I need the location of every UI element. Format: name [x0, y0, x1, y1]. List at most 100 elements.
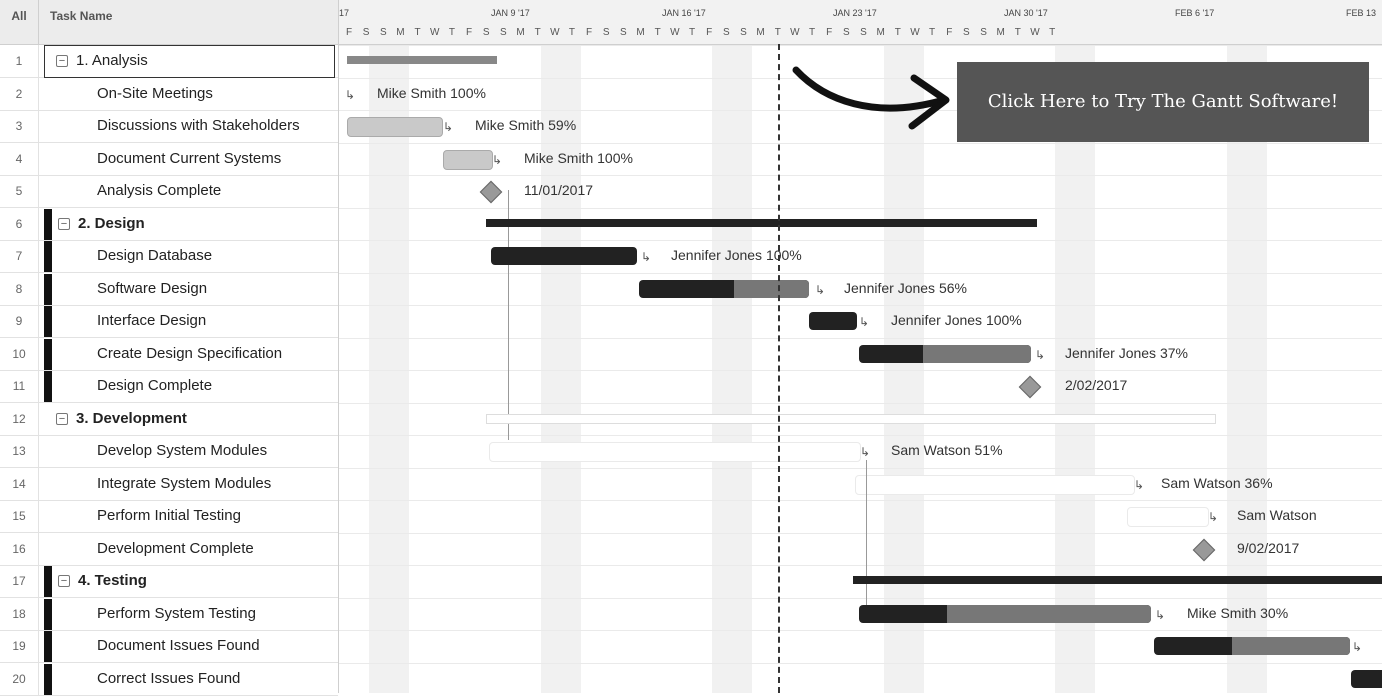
- week-label: 17: [339, 8, 350, 18]
- day-letter: S: [362, 27, 370, 38]
- task-row[interactable]: 11 Design Complete: [0, 370, 338, 403]
- week-label: JAN 23 '17: [833, 8, 877, 18]
- row-number: 7: [0, 240, 39, 272]
- bar-label: 11/01/2017: [524, 182, 594, 198]
- task-name[interactable]: Interface Design: [97, 305, 206, 337]
- day-letter: T: [568, 27, 575, 38]
- row-gridline: [339, 240, 1382, 241]
- bar-label: Sam Watson: [1237, 507, 1317, 523]
- dependency-arrow-icon: ↳: [492, 152, 503, 167]
- day-letter: T: [894, 27, 901, 38]
- task-name[interactable]: Software Design: [97, 273, 207, 305]
- color-marker: [44, 273, 52, 305]
- milestone-diamond[interactable]: [1192, 538, 1216, 561]
- task-bar[interactable]: [1127, 507, 1209, 527]
- milestone-diamond[interactable]: [479, 180, 503, 204]
- task-name[interactable]: 3. Development: [76, 403, 187, 435]
- task-row[interactable]: 2 On-Site Meetings: [0, 77, 338, 111]
- task-name[interactable]: Integrate System Modules: [97, 468, 271, 500]
- row-gridline: [339, 662, 1382, 664]
- task-name[interactable]: On-Site Meetings: [97, 78, 213, 110]
- summary-bar[interactable]: [486, 218, 1037, 227]
- task-row[interactable]: 10 Create Design Specification: [0, 337, 338, 371]
- bar-label: Jennifer Jones 37%: [1065, 344, 1188, 361]
- task-bar[interactable]: [1154, 637, 1350, 655]
- task-row[interactable]: 12 −3. Development: [0, 402, 338, 436]
- dependency-arrow-icon: ↳: [1352, 640, 1363, 654]
- dependency-line: [866, 460, 867, 620]
- summary-bar[interactable]: [853, 576, 1382, 584]
- milestone-diamond[interactable]: [1018, 375, 1042, 399]
- row-gridline: [339, 435, 1382, 436]
- row-gridline: [339, 370, 1382, 371]
- summary-bar[interactable]: [486, 413, 1216, 424]
- day-letter: T: [774, 27, 781, 38]
- row-number: 15: [0, 500, 39, 532]
- row-number: 20: [0, 662, 39, 695]
- task-row[interactable]: 15 Perform Initial Testing: [0, 500, 338, 533]
- grid-header: All Task Name: [0, 0, 338, 45]
- task-name[interactable]: 2. Design: [78, 208, 145, 240]
- task-name[interactable]: Develop System Modules: [97, 435, 267, 467]
- task-bar[interactable]: [859, 344, 1031, 363]
- task-bar[interactable]: [443, 149, 493, 170]
- dependency-arrow-icon: ↳: [1134, 477, 1145, 492]
- selected-row-outline: [44, 45, 335, 78]
- task-row[interactable]: 18 Perform System Testing: [0, 597, 338, 631]
- task-name[interactable]: Discussions with Stakeholders: [97, 110, 300, 142]
- task-name[interactable]: 4. Testing: [78, 565, 147, 597]
- task-bar[interactable]: [855, 474, 1135, 495]
- task-bar[interactable]: [491, 247, 637, 265]
- task-row[interactable]: 7 Design Database: [0, 240, 338, 273]
- row-gridline: [339, 500, 1382, 501]
- day-letter: T: [654, 27, 661, 38]
- task-row[interactable]: 17 −4. Testing: [0, 565, 338, 598]
- task-row[interactable]: 13 Develop System Modules: [0, 435, 338, 468]
- task-name-column-header[interactable]: Task Name: [50, 0, 112, 44]
- task-name[interactable]: Correct Issues Found: [97, 663, 240, 695]
- collapse-toggle-icon[interactable]: −: [58, 575, 70, 587]
- collapse-toggle-icon[interactable]: −: [58, 217, 70, 230]
- collapse-toggle-icon[interactable]: −: [56, 412, 68, 425]
- task-name[interactable]: Perform Initial Testing: [97, 500, 241, 532]
- summary-bar[interactable]: [347, 56, 497, 64]
- color-marker: [44, 566, 52, 597]
- task-name[interactable]: Create Design Specification: [97, 338, 282, 370]
- task-bar[interactable]: [639, 279, 809, 298]
- select-all-column[interactable]: All: [0, 0, 39, 44]
- task-bar[interactable]: [347, 117, 443, 137]
- task-name[interactable]: Analysis Complete: [97, 175, 221, 207]
- color-marker: [44, 241, 52, 272]
- task-name[interactable]: Perform System Testing: [97, 598, 256, 630]
- task-bar[interactable]: [859, 604, 1151, 623]
- task-name[interactable]: Design Database: [97, 240, 212, 272]
- task-name[interactable]: Development Complete: [97, 533, 254, 565]
- task-name[interactable]: Design Complete: [97, 370, 212, 402]
- task-bar[interactable]: [809, 312, 857, 330]
- row-gridline: [339, 402, 1382, 404]
- task-row[interactable]: 4 Document Current Systems: [0, 142, 338, 176]
- task-row[interactable]: 20 Correct Issues Found: [0, 662, 338, 696]
- task-row[interactable]: 3 Discussions with Stakeholders: [0, 110, 338, 143]
- task-row[interactable]: 6 −2. Design: [0, 207, 338, 241]
- dependency-arrow-icon: ↳: [815, 282, 826, 297]
- task-row[interactable]: 14 Integrate System Modules: [0, 467, 338, 501]
- bar-label: Sam Watson 51%: [891, 442, 1003, 458]
- task-bar[interactable]: [489, 442, 861, 462]
- row-number: 8: [0, 272, 39, 305]
- week-label: JAN 30 '17: [1004, 8, 1048, 18]
- task-row[interactable]: 19 Document Issues Found: [0, 630, 338, 663]
- task-row[interactable]: 8 Software Design: [0, 272, 338, 306]
- task-row[interactable]: 16 Development Complete: [0, 532, 338, 566]
- row-number: 12: [0, 402, 39, 435]
- try-gantt-software-button[interactable]: Click Here to Try The Gantt Software!: [957, 62, 1369, 142]
- task-row[interactable]: 5 Analysis Complete: [0, 175, 338, 208]
- task-row[interactable]: 9 Interface Design: [0, 305, 338, 338]
- row-number: 14: [0, 467, 39, 500]
- dependency-arrow-icon: ↳: [641, 250, 652, 264]
- task-name[interactable]: Document Issues Found: [97, 630, 260, 662]
- task-bar[interactable]: [1351, 669, 1382, 688]
- dependency-arrow-icon: ↳: [860, 445, 871, 459]
- task-name[interactable]: Document Current Systems: [97, 143, 281, 175]
- color-marker: [44, 598, 52, 630]
